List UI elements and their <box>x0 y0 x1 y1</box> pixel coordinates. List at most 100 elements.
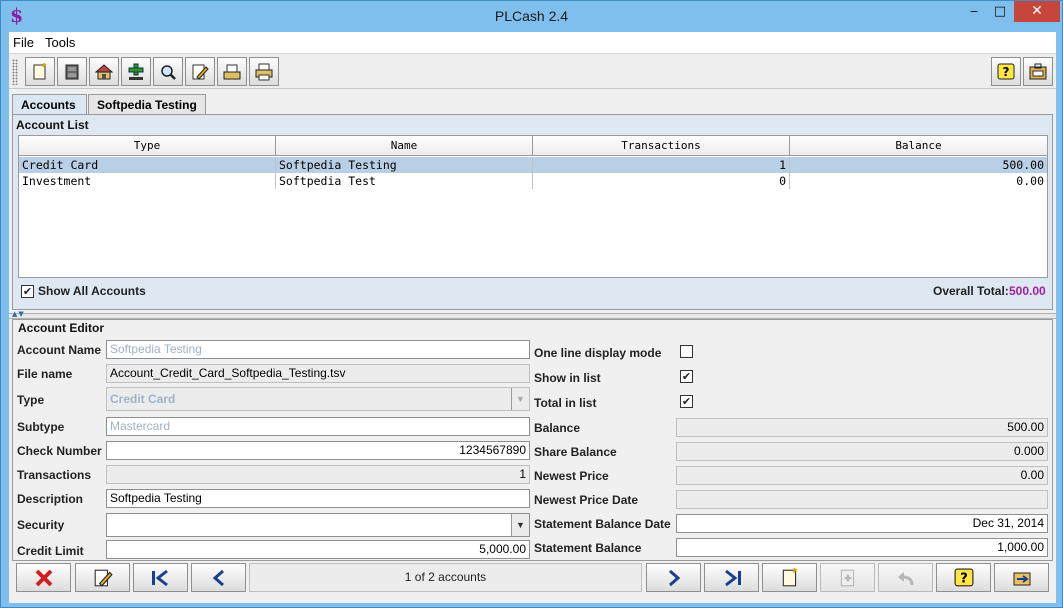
last-arrow-icon <box>724 569 741 586</box>
one-line-display-checkbox[interactable] <box>680 345 693 358</box>
cell-transactions: 1 <box>533 157 790 173</box>
tab-softpedia-testing[interactable]: Softpedia Testing <box>88 94 206 114</box>
cell-balance: 500.00 <box>1002 158 1044 172</box>
maximize-button[interactable]: □ <box>987 1 1013 22</box>
total-in-list-label: Total in list <box>534 396 597 410</box>
tab-strip: Accounts Softpedia Testing <box>12 94 1052 115</box>
svg-text:?: ? <box>1003 65 1010 79</box>
table-row[interactable]: Credit Card Softpedia Testing 1 500.00 <box>19 157 1047 173</box>
help-button[interactable]: ? <box>991 57 1021 86</box>
security-select[interactable]: ▼ <box>106 513 530 537</box>
show-in-list-checkbox[interactable]: ✔ <box>680 370 693 383</box>
balance-label: Balance <box>534 421 581 435</box>
svg-text:?: ? <box>960 571 968 586</box>
edit-button[interactable] <box>185 57 215 86</box>
undo-button[interactable] <box>878 563 933 592</box>
first-arrow-icon <box>151 569 168 586</box>
next-record-button[interactable] <box>646 563 701 592</box>
minimize-button[interactable]: ‒ <box>961 1 987 22</box>
one-line-display-label: One line display mode <box>534 346 662 360</box>
right-arrow-icon <box>668 569 680 586</box>
credit-limit-label: Credit Limit <box>17 544 84 558</box>
statement-balance-label: Statement Balance <box>534 541 642 555</box>
account-list-panel: Account List Type Name Transactions Bala… <box>12 114 1053 310</box>
printer-icon <box>255 63 273 80</box>
print-preview-button[interactable] <box>217 57 247 86</box>
save-record-button[interactable] <box>820 563 875 592</box>
last-record-button[interactable] <box>704 563 759 592</box>
toolbar-grip-icon[interactable] <box>12 59 18 85</box>
statement-balance-date-label: Statement Balance Date <box>534 517 671 531</box>
type-label: Type <box>17 393 45 407</box>
statement-balance-date-input[interactable]: Dec 31, 2014 <box>676 514 1048 533</box>
save-document-icon <box>840 569 854 586</box>
new-document-icon <box>782 567 797 586</box>
description-label: Description <box>17 492 84 506</box>
record-status: 1 of 2 accounts <box>249 563 642 592</box>
chevron-down-icon[interactable]: ▼ <box>511 514 529 536</box>
record-help-button[interactable]: ? <box>936 563 991 592</box>
window-title: PLCash 2.4 <box>494 8 569 24</box>
chevron-down-icon[interactable]: ▼ <box>511 388 529 410</box>
about-button[interactable] <box>1023 57 1053 86</box>
cell-balance: 0.00 <box>1016 174 1044 188</box>
type-select-value: Credit Card <box>110 392 176 406</box>
undo-arrow-icon <box>897 571 913 585</box>
add-transaction-button[interactable] <box>121 57 151 86</box>
column-header-name[interactable]: Name <box>276 136 533 156</box>
new-record-button[interactable] <box>762 563 817 592</box>
account-name-input[interactable]: Softpedia Testing <box>106 340 530 359</box>
delete-button[interactable] <box>16 563 71 592</box>
newest-price-field: 0.00 <box>676 466 1048 485</box>
search-button[interactable] <box>153 57 183 86</box>
credit-limit-input[interactable]: 5,000.00 <box>106 540 530 559</box>
column-header-transactions[interactable]: Transactions <box>533 136 790 156</box>
cell-transactions: 0 <box>533 173 790 189</box>
navigation-bar: 1 of 2 accounts ? <box>9 563 1056 595</box>
home-button[interactable] <box>89 57 119 86</box>
statement-balance-input[interactable]: 1,000.00 <box>676 538 1048 557</box>
column-header-balance[interactable]: Balance <box>790 136 1047 156</box>
print-button[interactable] <box>249 57 279 86</box>
newest-price-label: Newest Price <box>534 469 609 483</box>
subtype-input[interactable]: Mastercard <box>106 417 530 436</box>
share-balance-field: 0.000 <box>676 442 1048 461</box>
previous-record-button[interactable] <box>191 563 246 592</box>
show-all-accounts-label[interactable]: Show All Accounts <box>38 284 146 298</box>
new-account-button[interactable] <box>25 57 55 86</box>
cell-name: Softpedia Test <box>276 173 533 189</box>
help-question-icon: ? <box>997 63 1015 79</box>
split-arrows-icon[interactable]: ▲▼ <box>12 310 25 318</box>
file-name-field: Account_Credit_Card_Softpedia_Testing.ts… <box>106 364 530 383</box>
check-number-label: Check Number <box>17 444 102 458</box>
first-record-button[interactable] <box>133 563 188 592</box>
menu-tools[interactable]: Tools <box>45 35 75 50</box>
edit-pencil-icon <box>94 569 113 587</box>
type-select[interactable]: Credit Card ▼ <box>106 387 530 411</box>
edit-record-button[interactable] <box>75 563 130 592</box>
exit-editor-button[interactable] <box>994 563 1049 592</box>
menu-file[interactable]: File <box>13 35 34 50</box>
transactions-label: Transactions <box>17 468 92 482</box>
close-button[interactable]: ✕ <box>1014 1 1060 22</box>
accounts-button[interactable] <box>57 57 87 86</box>
balance-field: 500.00 <box>676 418 1048 437</box>
magnifier-icon <box>161 64 176 80</box>
cell-type: Credit Card <box>19 157 276 173</box>
description-input[interactable]: Softpedia Testing <box>106 489 530 508</box>
column-header-type[interactable]: Type <box>19 136 276 156</box>
overall-total-value: 500.00 <box>1009 284 1046 298</box>
check-number-input[interactable]: 1234567890 <box>106 441 530 460</box>
menu-bar: File Tools <box>9 32 1056 54</box>
table-row[interactable]: Investment Softpedia Test 0 0.00 <box>19 173 1047 189</box>
left-arrow-icon <box>212 569 224 586</box>
briefcase-icon <box>1029 63 1047 79</box>
tab-accounts[interactable]: Accounts <box>12 94 87 115</box>
title-bar[interactable]: $ PLCash 2.4 ‒ □ ✕ <box>1 1 1062 32</box>
share-balance-label: Share Balance <box>534 445 617 459</box>
total-in-list-checkbox[interactable]: ✔ <box>680 395 693 408</box>
show-all-accounts-checkbox[interactable]: ✔ <box>21 285 34 298</box>
subtype-label: Subtype <box>17 420 65 434</box>
new-document-icon <box>33 62 47 79</box>
green-plus-icon <box>128 63 144 80</box>
